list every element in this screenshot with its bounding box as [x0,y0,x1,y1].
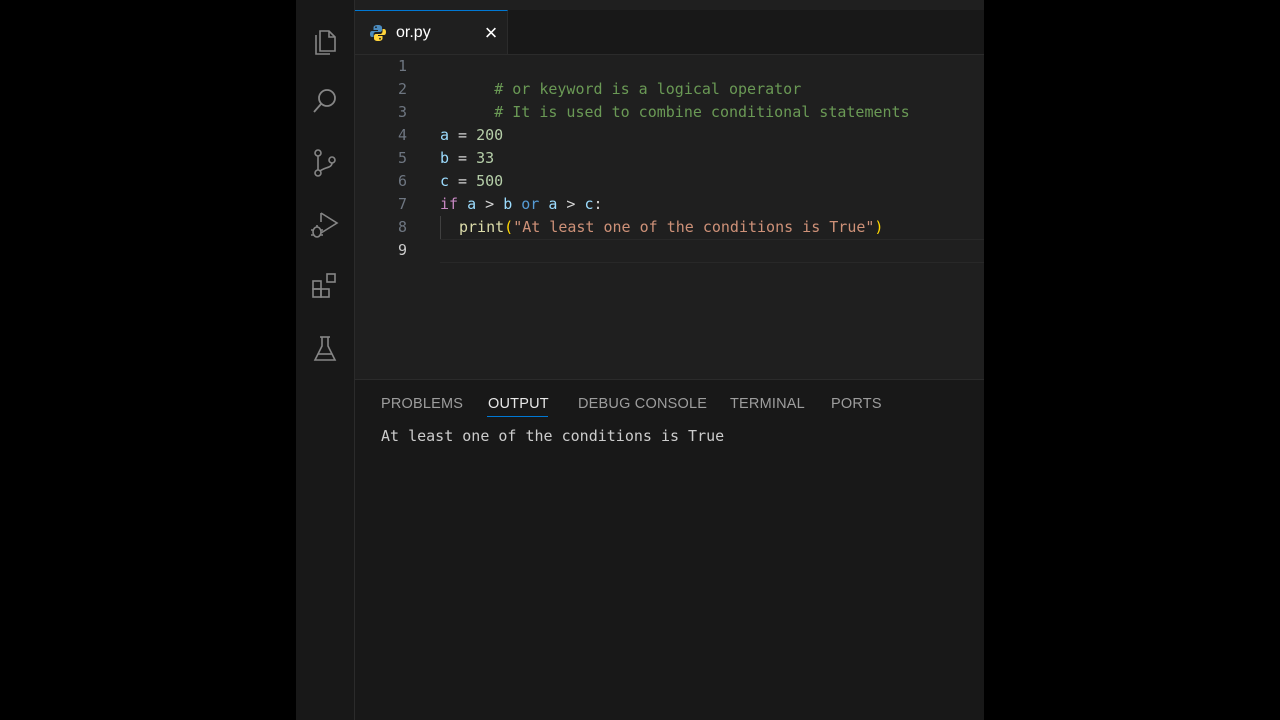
paren-token: ( [504,218,514,236]
code-line-6: c = 500 [440,170,503,193]
keyword-token: or [512,195,540,213]
line-number-active: 9 [397,241,407,259]
variable-token: c [584,195,594,213]
source-control-icon[interactable] [306,144,344,182]
tab-or-py[interactable]: or.py × [355,10,508,54]
line-number: 3 [397,103,407,121]
code-line-8: print("At least one of the conditions is… [440,216,883,239]
number-token: 200 [476,126,504,144]
code-line-4: a = 200 [440,124,503,147]
tab-output[interactable]: OUTPUT [488,394,549,414]
activity-bar [296,0,355,720]
explorer-icon[interactable] [306,22,344,60]
number-token: 500 [476,172,504,190]
python-file-icon [370,25,386,41]
active-tab-indicator [487,416,548,417]
variable-token: a [440,126,450,144]
number-token: 33 [476,149,495,167]
line-number: 4 [397,126,407,144]
bottom-panel: PROBLEMS OUTPUT DEBUG CONSOLE TERMINAL P… [355,379,984,720]
string-token: "At least one of the conditions is True" [513,218,875,236]
code-editor[interactable]: 1 2 3 4 5 6 7 8 9 # or keyword is a logi… [355,55,984,379]
tab-debug-console[interactable]: DEBUG CONSOLE [578,394,707,414]
code-line-1: # or keyword is a logical operator [440,55,801,98]
variable-token: b [440,149,450,167]
operator-token: > [557,195,585,213]
extensions-icon[interactable] [306,268,344,306]
tab-label: or.py [396,24,431,41]
testing-icon[interactable] [306,330,344,368]
line-number: 5 [397,149,407,167]
editor-tab-bar: or.py × [355,10,984,55]
keyword-token: if [440,195,459,213]
tab-terminal[interactable]: TERMINAL [730,394,805,414]
operator-token: = [449,172,477,190]
output-text: At least one of the conditions is True [381,427,725,445]
variable-token: a [458,195,477,213]
variable-token: c [440,172,450,190]
code-line-7: if a > b or a > c: [440,193,603,216]
variable-token: b [503,195,513,213]
operator-token: : [593,195,603,213]
line-number: 2 [397,80,407,98]
close-icon[interactable]: × [479,21,503,45]
function-token: print [459,218,505,236]
line-number: 8 [397,218,407,236]
current-line-highlight [440,239,984,263]
paren-token: ) [874,218,884,236]
line-number: 7 [397,195,407,213]
operator-token: = [449,126,477,144]
line-number: 6 [397,172,407,190]
vscode-window: or.py × 1 2 3 4 5 6 7 8 9 # or keyword i… [296,0,984,720]
run-debug-icon[interactable] [306,206,344,244]
line-number: 1 [397,57,407,75]
variable-token: a [539,195,558,213]
comment-token: # It is used to combine conditional stat… [494,103,910,121]
code-line-2: # It is used to combine conditional stat… [440,78,909,121]
code-line-5: b = 33 [440,147,494,170]
operator-token: = [449,149,477,167]
tab-ports[interactable]: PORTS [831,394,882,414]
search-icon[interactable] [306,82,344,120]
tab-problems[interactable]: PROBLEMS [381,394,463,414]
operator-token: > [476,195,504,213]
